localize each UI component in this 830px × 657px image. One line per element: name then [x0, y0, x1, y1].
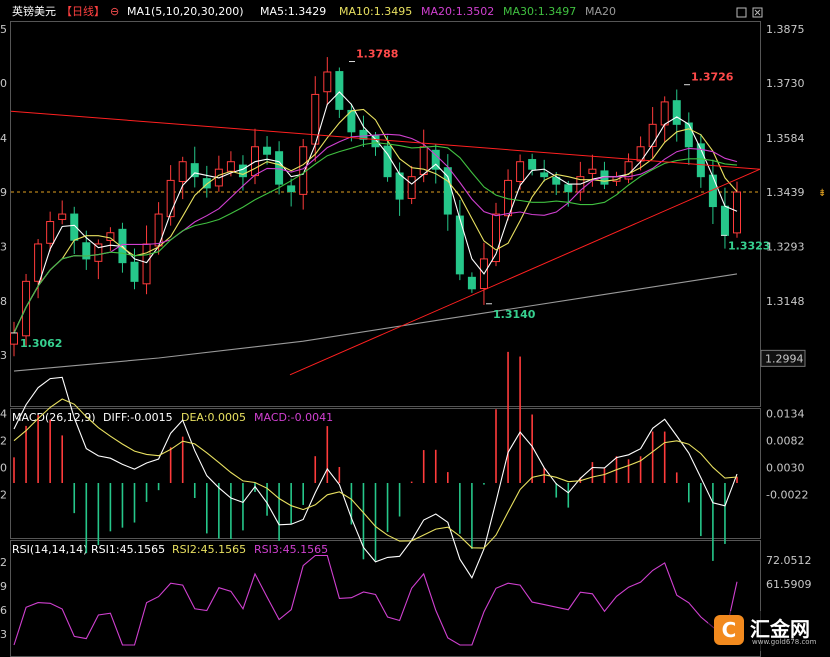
macd-left-tick: 2 [0, 488, 7, 501]
candle-body [648, 123, 657, 147]
rsi-tick-label: 72.0512 [766, 554, 812, 567]
extreme-annotation: 1.3726 [691, 71, 734, 84]
restore-icon[interactable] [736, 7, 747, 18]
rsi-tick-label: 61.5909 [766, 578, 812, 591]
candle-body [540, 172, 549, 178]
candle-body [299, 146, 308, 195]
rsi-left-tick: 9 [0, 580, 7, 593]
price-tick-label: 1.3875 [766, 23, 805, 36]
candle-body [407, 176, 416, 199]
candle-body [178, 161, 187, 183]
candle-body [660, 101, 669, 126]
price-left-tick: 3 [0, 241, 7, 254]
window-controls [736, 7, 763, 18]
macd-tick-label: 0.0030 [766, 461, 805, 474]
macd-left-tick: 2 [0, 434, 7, 447]
price-left-tick: 5 [0, 23, 7, 36]
rsi1-label: RSI1:45.1565 [91, 543, 165, 556]
candle-body [733, 191, 741, 234]
lower-trendline [289, 168, 761, 376]
ma-title: MA1(5,10,20,30,200) [127, 5, 244, 18]
rsi-legend: RSI(14,14,14) RSI1:45.1565 RSI2:45.1565 … [12, 543, 328, 556]
price-left-tick: 0 [0, 77, 7, 90]
extreme-annotation: 1.3323 [728, 239, 770, 252]
macd-tick-label: 0.0082 [766, 434, 805, 447]
candle-body [226, 161, 235, 172]
ma5-label: MA5:1.3429 [260, 5, 326, 18]
candle-body [528, 159, 537, 170]
macd-legend: MACD(26,12,9) DIFF:-0.0015 DEA:0.0005 MA… [12, 411, 333, 424]
price-tick-label: 1.3439 [766, 186, 805, 199]
candle-body [467, 276, 476, 290]
price-tick-label: 1.3584 [766, 132, 805, 145]
rsi2-label: RSI2:45.1565 [172, 543, 246, 556]
macd-value-label: MACD:-0.0041 [254, 411, 333, 424]
macd-left-tick: 4 [0, 407, 7, 420]
diff-label: DIFF:-0.0015 [103, 411, 173, 424]
rsi-left-tick: 6 [0, 604, 7, 617]
rsi-line [13, 554, 738, 646]
candle-body [142, 243, 151, 285]
price-box-label: 1.2994 [765, 352, 804, 365]
ma20-label: MA20:1.3502 [421, 5, 494, 18]
extreme-annotation: 1.3140 [493, 308, 536, 321]
rsi3-label: RSI3:45.1565 [254, 543, 328, 556]
candle-body [10, 332, 18, 345]
candle-body [46, 221, 55, 244]
forex-chart[interactable]: 英镑美元 【日线】 ⊖ MA1(5,10,20,30,200) MA5:1.34… [0, 0, 830, 657]
candle-body [58, 213, 67, 220]
price-marker-icon: ⇟ [818, 188, 826, 199]
candle-body [287, 185, 296, 193]
ma200-label: MA20 [585, 5, 616, 18]
macd-left-tick: 0 [0, 461, 7, 474]
candle-body [672, 100, 681, 125]
candle-body [166, 179, 175, 218]
candle-body [130, 261, 139, 282]
candle-body [275, 151, 284, 185]
macd-tick-label: -0.0022 [766, 488, 808, 501]
candle-body [335, 71, 344, 110]
price-panel[interactable]: 1.3788 1.3726 1.3062 1.3140 1.3323 [10, 48, 771, 376]
price-tick-label: 1.3730 [766, 77, 805, 90]
ma5-line [13, 91, 738, 334]
rsi-left-tick: 2 [0, 556, 7, 569]
close-icon[interactable] [752, 7, 763, 18]
candle-body [263, 146, 272, 155]
candle-body [94, 243, 103, 262]
rsi-panel[interactable] [13, 554, 738, 646]
ma10-label: MA10:1.3495 [339, 5, 412, 18]
candle-body [323, 71, 332, 93]
period-label[interactable]: 【日线】 [61, 4, 105, 18]
rsi-title: RSI(14,14,14) [12, 543, 87, 556]
symbol-label[interactable]: 英镑美元 [12, 4, 56, 18]
candle-body [588, 168, 597, 174]
watermark: C 汇金网 www.gold678.com [708, 611, 826, 651]
macd-tick-label: 0.0134 [766, 407, 805, 420]
candle-body [684, 122, 693, 148]
watermark-url: www.gold678.com [752, 638, 817, 646]
extreme-annotation: 1.3062 [20, 337, 62, 350]
panel-frames [10, 21, 761, 657]
candle-body [34, 243, 43, 282]
candle-body [455, 215, 464, 275]
rsi-left-tick: 3 [0, 628, 7, 641]
candle-body [720, 205, 729, 236]
candle-body [516, 161, 525, 182]
extreme-annotation: 1.3788 [356, 48, 398, 61]
price-left-tick: 4 [0, 132, 7, 145]
price-tick-label: 1.3293 [766, 241, 805, 254]
price-left-tick: 9 [0, 186, 7, 199]
price-legend: 英镑美元 【日线】 ⊖ MA1(5,10,20,30,200) MA5:1.34… [12, 4, 616, 18]
settings-icon[interactable]: ⊖ [110, 5, 119, 18]
price-tick-label: 1.3148 [766, 295, 805, 308]
candle-body [22, 280, 31, 337]
ma30-label: MA30:1.3497 [503, 5, 576, 18]
dea-label: DEA:0.0005 [181, 411, 246, 424]
ma200-line [13, 273, 738, 372]
price-left-tick: 8 [0, 295, 7, 308]
candle-body [564, 184, 573, 193]
price-left-tick: 3 [0, 349, 7, 362]
logo-icon: C [714, 615, 744, 645]
